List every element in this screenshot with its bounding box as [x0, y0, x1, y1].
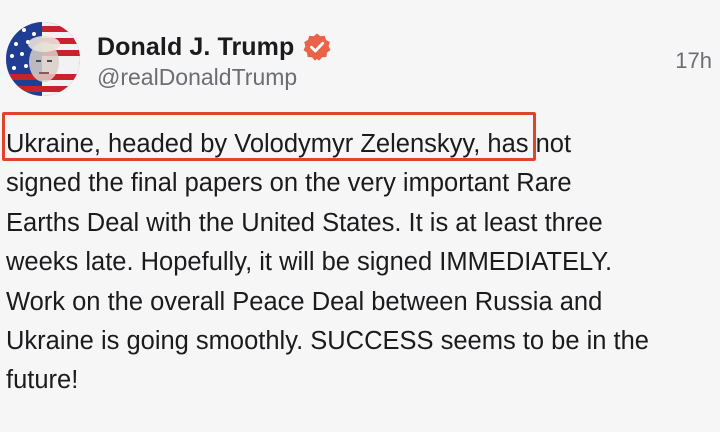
post-body: Ukraine, headed by Volodymyr Zelenskyy, …: [6, 125, 716, 401]
post-line: signed the final papers on the very impo…: [6, 169, 572, 198]
verified-badge-icon: [302, 32, 332, 62]
flag-portrait-avatar-icon: [6, 22, 80, 96]
social-post: Donald J. Trump @realDonaldTrump 17h Ukr…: [0, 0, 720, 432]
post-timestamp[interactable]: 17h: [675, 48, 712, 74]
post-line: Work on the overall Peace Deal between R…: [6, 287, 603, 316]
author-name-row[interactable]: Donald J. Trump: [97, 30, 332, 64]
post-line: weeks late. Hopefully, it will be signed…: [6, 248, 613, 277]
author-display-name[interactable]: Donald J. Trump: [97, 33, 294, 62]
author-handle[interactable]: @realDonaldTrump: [97, 64, 297, 91]
post-line: Ukraine is going smoothly. SUCCESS seems…: [6, 327, 649, 356]
avatar[interactable]: [6, 22, 80, 96]
post-line: future!: [6, 366, 79, 395]
post-line: Earths Deal with the United States. It i…: [6, 208, 603, 237]
post-line: Ukraine, headed by Volodymyr Zelenskyy, …: [6, 130, 572, 158]
